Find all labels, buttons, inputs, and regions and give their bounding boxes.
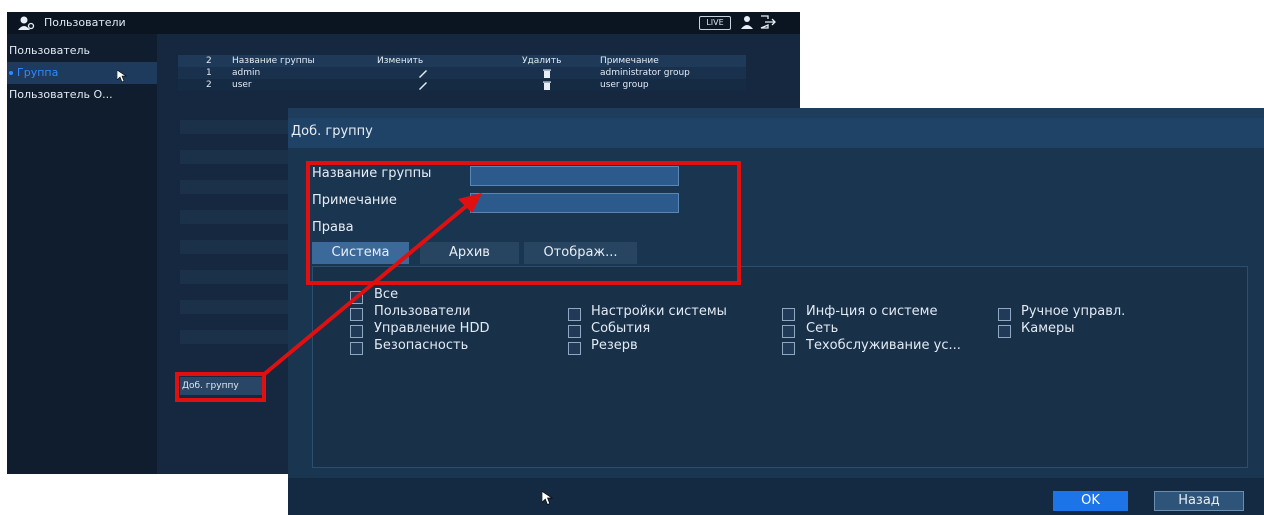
annotation-arrow-icon bbox=[260, 193, 482, 378]
